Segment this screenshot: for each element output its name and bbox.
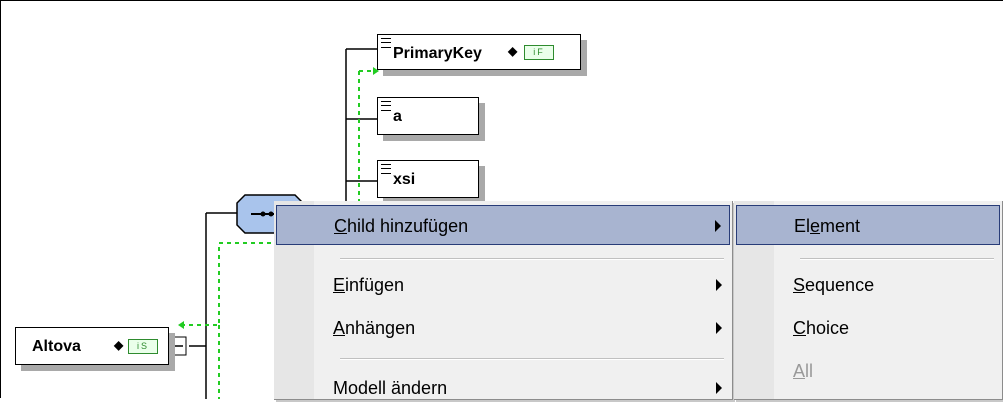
menu-item-child-hinzufuegen[interactable]: Child hinzufügen [276, 205, 730, 245]
node-label: a [393, 108, 402, 125]
element-node-a[interactable]: a [377, 97, 479, 135]
submenu-item-choice[interactable]: Choice [736, 308, 1000, 348]
element-icon [381, 164, 391, 174]
node-label: Altova [32, 338, 81, 355]
submenu-item-element[interactable]: Element [736, 205, 1000, 245]
collapse-toggle-icon[interactable] [170, 337, 186, 355]
element-node-primarykey[interactable]: PrimaryKey ◆ iF [377, 34, 581, 70]
menu-item-anhaengen[interactable]: Anhängen [276, 308, 730, 348]
connector-icon: ◆ [114, 338, 124, 352]
identity-constraint-badge: iS [128, 339, 158, 354]
element-icon [381, 101, 391, 111]
submenu: Element Sequence Choice All [734, 201, 1003, 400]
identity-constraint-badge: iF [524, 45, 554, 60]
connector-icon: ◆ [508, 44, 518, 58]
submenu-item-all[interactable]: All [736, 351, 1000, 391]
menu-item-einfuegen[interactable]: Einfügen [276, 265, 730, 305]
submenu-arrow-icon [716, 322, 722, 334]
element-node-altova[interactable]: Altova ◆ iS [15, 327, 169, 365]
element-icon [381, 38, 391, 48]
element-node-xsi[interactable]: xsi [377, 160, 479, 198]
menu-separator [340, 258, 724, 260]
context-menu: Child hinzufügen Einfügen Anhängen Model… [274, 201, 733, 400]
submenu-item-sequence[interactable]: Sequence [736, 265, 1000, 305]
node-label: xsi [393, 171, 416, 188]
menu-item-modell-aendern[interactable]: Modell ändern [276, 368, 730, 408]
node-label: PrimaryKey [393, 45, 482, 62]
menu-separator [340, 358, 724, 360]
submenu-arrow-icon [715, 220, 721, 232]
menu-separator [800, 258, 994, 260]
schema-diagram-canvas: PrimaryKey ◆ iF a xsi Altova ◆ iS Child … [0, 0, 1003, 400]
submenu-arrow-icon [716, 279, 722, 291]
submenu-arrow-icon [716, 382, 722, 394]
